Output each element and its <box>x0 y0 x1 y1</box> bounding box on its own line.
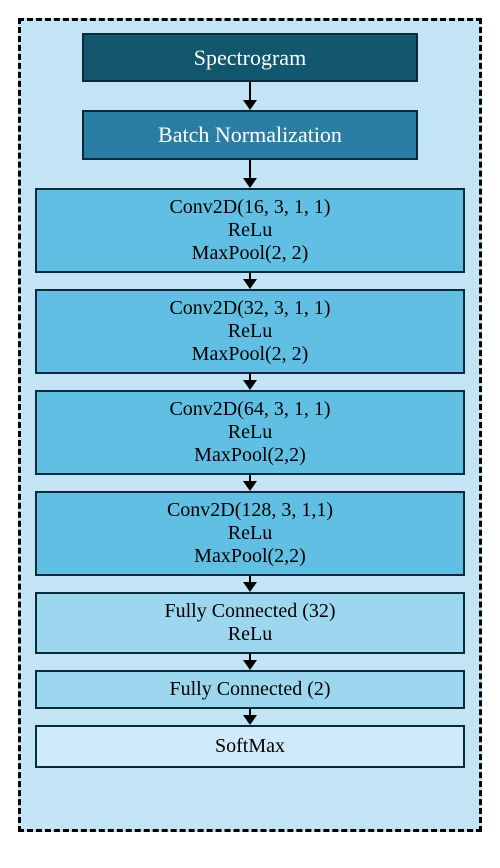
arrow-down-icon <box>243 82 257 110</box>
arrow-down-icon <box>243 273 257 289</box>
layer-line: ReLu <box>43 320 457 343</box>
layer-line: Fully Connected (32) <box>43 600 457 623</box>
layer-label: SoftMax <box>43 735 457 758</box>
arrow-down-icon <box>243 709 257 725</box>
layer-line: MaxPool(2,2) <box>43 545 457 568</box>
layer-label: Batch Normalization <box>92 122 407 147</box>
layer-fc-2: Fully Connected (2) <box>35 670 465 709</box>
layer-conv-block-4: Conv2D(128, 3, 1,1) ReLu MaxPool(2,2) <box>35 491 465 576</box>
layer-line: Conv2D(64, 3, 1, 1) <box>43 398 457 421</box>
layer-line: Conv2D(16, 3, 1, 1) <box>43 196 457 219</box>
layer-line: MaxPool(2, 2) <box>43 242 457 265</box>
layer-line: Conv2D(32, 3, 1, 1) <box>43 297 457 320</box>
layer-line: ReLu <box>43 219 457 242</box>
layer-conv-block-2: Conv2D(32, 3, 1, 1) ReLu MaxPool(2, 2) <box>35 289 465 374</box>
arrow-down-icon <box>243 374 257 390</box>
layer-line: MaxPool(2, 2) <box>43 343 457 366</box>
layer-conv-block-1: Conv2D(16, 3, 1, 1) ReLu MaxPool(2, 2) <box>35 188 465 273</box>
layer-line: Conv2D(128, 3, 1,1) <box>43 499 457 522</box>
layer-input: Spectrogram <box>82 33 417 82</box>
arrow-down-icon <box>243 576 257 592</box>
layer-label: Fully Connected (2) <box>43 678 457 701</box>
layer-label: Spectrogram <box>92 45 407 70</box>
layer-softmax: SoftMax <box>35 725 465 768</box>
layer-line: ReLu <box>43 623 457 646</box>
architecture-diagram: Spectrogram Batch Normalization Conv2D(1… <box>18 18 482 832</box>
layer-line: ReLu <box>43 421 457 444</box>
layer-batchnorm: Batch Normalization <box>82 110 417 159</box>
layer-fc-1: Fully Connected (32) ReLu <box>35 592 465 654</box>
arrow-down-icon <box>243 475 257 491</box>
layer-line: ReLu <box>43 522 457 545</box>
layer-conv-block-3: Conv2D(64, 3, 1, 1) ReLu MaxPool(2,2) <box>35 390 465 475</box>
layer-line: MaxPool(2,2) <box>43 444 457 467</box>
arrow-down-icon <box>243 654 257 670</box>
arrow-down-icon <box>243 160 257 188</box>
